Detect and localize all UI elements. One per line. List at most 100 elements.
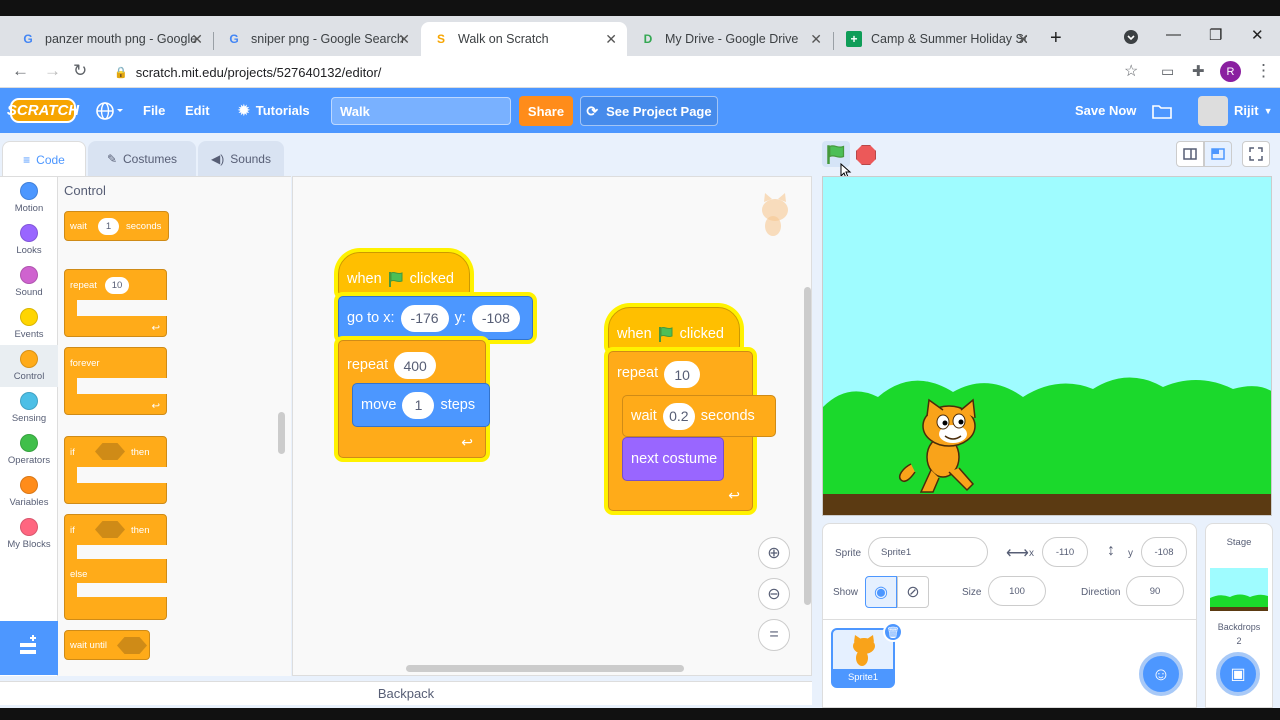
vertical-scrollbar[interactable] xyxy=(804,287,811,605)
palette-repeat-block[interactable]: repeat 10 ↩ xyxy=(64,269,168,337)
tab-sounds[interactable]: ◀) Sounds xyxy=(198,141,284,177)
palette-wait-block[interactable]: wait 1 seconds xyxy=(64,211,169,241)
user-avatar[interactable] xyxy=(1198,96,1228,126)
cast-icon[interactable]: ▭ xyxy=(1161,63,1174,80)
bookmark-star-icon[interactable]: ☆ xyxy=(1124,61,1138,81)
category-control-selected[interactable]: Control xyxy=(0,345,58,387)
wait-seconds-block[interactable]: wait 0.2 seconds xyxy=(622,395,776,437)
category-sound[interactable]: Sound xyxy=(0,261,58,303)
zoom-in-button[interactable]: ⊕ xyxy=(758,537,790,569)
save-now-button[interactable]: Save Now xyxy=(1075,88,1136,133)
palette-if-else-block[interactable]: if then else xyxy=(64,514,168,620)
palette-if-block[interactable]: if then xyxy=(64,436,168,504)
chrome-menu-icon[interactable]: ⋮ xyxy=(1255,61,1272,81)
x-position-input[interactable]: -110 xyxy=(1042,537,1088,567)
when-flag-clicked-hat-1[interactable]: when clicked xyxy=(338,252,470,296)
profile-avatar[interactable]: R xyxy=(1220,61,1241,82)
user-menu[interactable]: Rijit ▼ xyxy=(1234,88,1272,133)
zoom-out-button[interactable]: ⊖ xyxy=(758,578,790,610)
category-looks[interactable]: Looks xyxy=(0,219,58,261)
category-sensing[interactable]: Sensing xyxy=(0,387,58,429)
close-icon[interactable]: ✕ xyxy=(191,31,203,48)
see-project-page-button[interactable]: ⟳ See Project Page xyxy=(580,96,718,126)
go-to-xy-block[interactable]: go to x: -176 y: -108 xyxy=(338,296,533,340)
y-input[interactable]: -108 xyxy=(471,304,520,332)
browser-tab-4[interactable]: D My Drive - Google Drive ✕ xyxy=(628,22,832,56)
show-sprite-button[interactable]: ◉ xyxy=(865,576,897,608)
new-tab-icon[interactable]: + xyxy=(1050,27,1062,50)
choose-backdrop-button[interactable]: ▣ xyxy=(1216,652,1260,696)
window-close-icon[interactable]: ✕ xyxy=(1251,26,1264,44)
project-title-input[interactable]: Walk xyxy=(331,97,511,125)
add-extension-button[interactable] xyxy=(0,621,58,675)
stage-target-panel[interactable]: Stage Backdrops 2 ▣ xyxy=(1205,523,1273,708)
normal-stage-button[interactable] xyxy=(1204,141,1232,167)
zoom-in-icon: ⊕ xyxy=(767,545,781,562)
close-icon[interactable]: ✕ xyxy=(605,31,617,48)
extensions-icon[interactable]: ✚ xyxy=(1192,62,1205,80)
choose-sprite-button[interactable]: ☺ xyxy=(1139,652,1183,696)
reload-icon[interactable]: ↻ xyxy=(73,61,87,81)
steps-input[interactable]: 1 xyxy=(402,391,435,419)
category-motion[interactable]: Motion xyxy=(0,177,58,219)
zoom-reset-button[interactable]: = xyxy=(758,619,790,651)
forward-icon[interactable]: → xyxy=(44,61,61,81)
block-input[interactable]: 1 xyxy=(98,218,119,235)
y-position-input[interactable]: -108 xyxy=(1141,537,1187,567)
repeat-count-input[interactable]: 400 xyxy=(394,352,437,379)
tab-costumes[interactable]: ✎ Costumes xyxy=(88,141,196,177)
y-label: y xyxy=(1128,548,1133,559)
close-icon[interactable]: ✕ xyxy=(398,31,410,48)
category-my-blocks[interactable]: My Blocks xyxy=(0,513,58,555)
sprite-thumbnail-sprite1[interactable]: Sprite1 🗑 xyxy=(831,622,903,688)
close-icon[interactable]: ✕ xyxy=(810,31,822,48)
edit-menu[interactable]: Edit xyxy=(185,88,210,133)
tab-code[interactable]: ≡ Code xyxy=(2,141,86,177)
close-icon[interactable]: ✕ xyxy=(1017,31,1029,48)
share-button[interactable]: Share xyxy=(519,96,573,126)
scripts-area[interactable]: when clicked go to x: -176 y: -108 repea… xyxy=(292,176,812,676)
browser-tab-1[interactable]: G panzer mouth png - Google S ✕ xyxy=(8,22,213,56)
restore-icon[interactable]: ❐ xyxy=(1209,26,1222,44)
browser-tab-3-active[interactable]: S Walk on Scratch ✕ xyxy=(421,22,627,56)
fullscreen-button[interactable] xyxy=(1242,141,1270,167)
language-globe-icon[interactable] xyxy=(95,88,125,133)
block-input[interactable]: 10 xyxy=(105,277,129,294)
scratch-logo[interactable]: SCRATCH xyxy=(7,98,79,123)
category-operators[interactable]: Operators xyxy=(0,429,58,471)
category-events[interactable]: Events xyxy=(0,303,58,345)
repeat-count-input[interactable]: 10 xyxy=(664,361,701,388)
palette-wait-until-block[interactable]: wait until xyxy=(64,630,150,660)
file-menu[interactable]: File xyxy=(143,88,165,133)
small-stage-button[interactable] xyxy=(1176,141,1204,167)
stage-thumbnail[interactable] xyxy=(1210,568,1268,611)
browser-tab-2[interactable]: G sniper png - Google Search ✕ xyxy=(214,22,420,56)
delete-sprite-button[interactable]: 🗑 xyxy=(883,622,903,642)
move-steps-block[interactable]: move 1 steps xyxy=(352,383,490,427)
when-flag-clicked-hat-2[interactable]: when clicked xyxy=(608,307,740,351)
palette-scrollbar[interactable] xyxy=(278,412,285,454)
direction-input[interactable]: 90 xyxy=(1126,576,1184,606)
hide-sprite-button[interactable]: ⊘ xyxy=(897,576,929,608)
category-variables[interactable]: Variables xyxy=(0,471,58,513)
tutorials-button[interactable]: ✹ Tutorials xyxy=(238,88,310,133)
stage-canvas[interactable] xyxy=(822,176,1272,516)
stop-button[interactable] xyxy=(856,145,876,165)
tab-sounds-label: Sounds xyxy=(230,152,271,166)
zoom-out-icon: ⊖ xyxy=(767,586,781,603)
browser-tab-5[interactable]: + Camp & Summer Holiday Sc ✕ xyxy=(834,22,1039,56)
horizontal-scrollbar[interactable] xyxy=(406,665,684,672)
my-stuff-folder-icon[interactable] xyxy=(1152,88,1172,133)
sprite-name-input[interactable]: Sprite1 xyxy=(868,537,988,567)
palette-forever-block[interactable]: forever ↩ xyxy=(64,347,168,415)
back-icon[interactable]: ← xyxy=(12,61,29,81)
minimize-icon[interactable]: — xyxy=(1166,26,1181,43)
tab-search-icon[interactable] xyxy=(1123,29,1139,49)
next-costume-block[interactable]: next costume xyxy=(622,437,724,481)
address-bar[interactable]: 🔒 scratch.mit.edu/projects/527640132/edi… xyxy=(104,58,1154,86)
wait-seconds-input[interactable]: 0.2 xyxy=(662,402,695,430)
size-input[interactable]: 100 xyxy=(988,576,1046,606)
scratch-cat-icon: S xyxy=(436,32,445,46)
x-input[interactable]: -176 xyxy=(400,304,449,332)
backpack-bar[interactable]: Backpack xyxy=(0,681,812,705)
